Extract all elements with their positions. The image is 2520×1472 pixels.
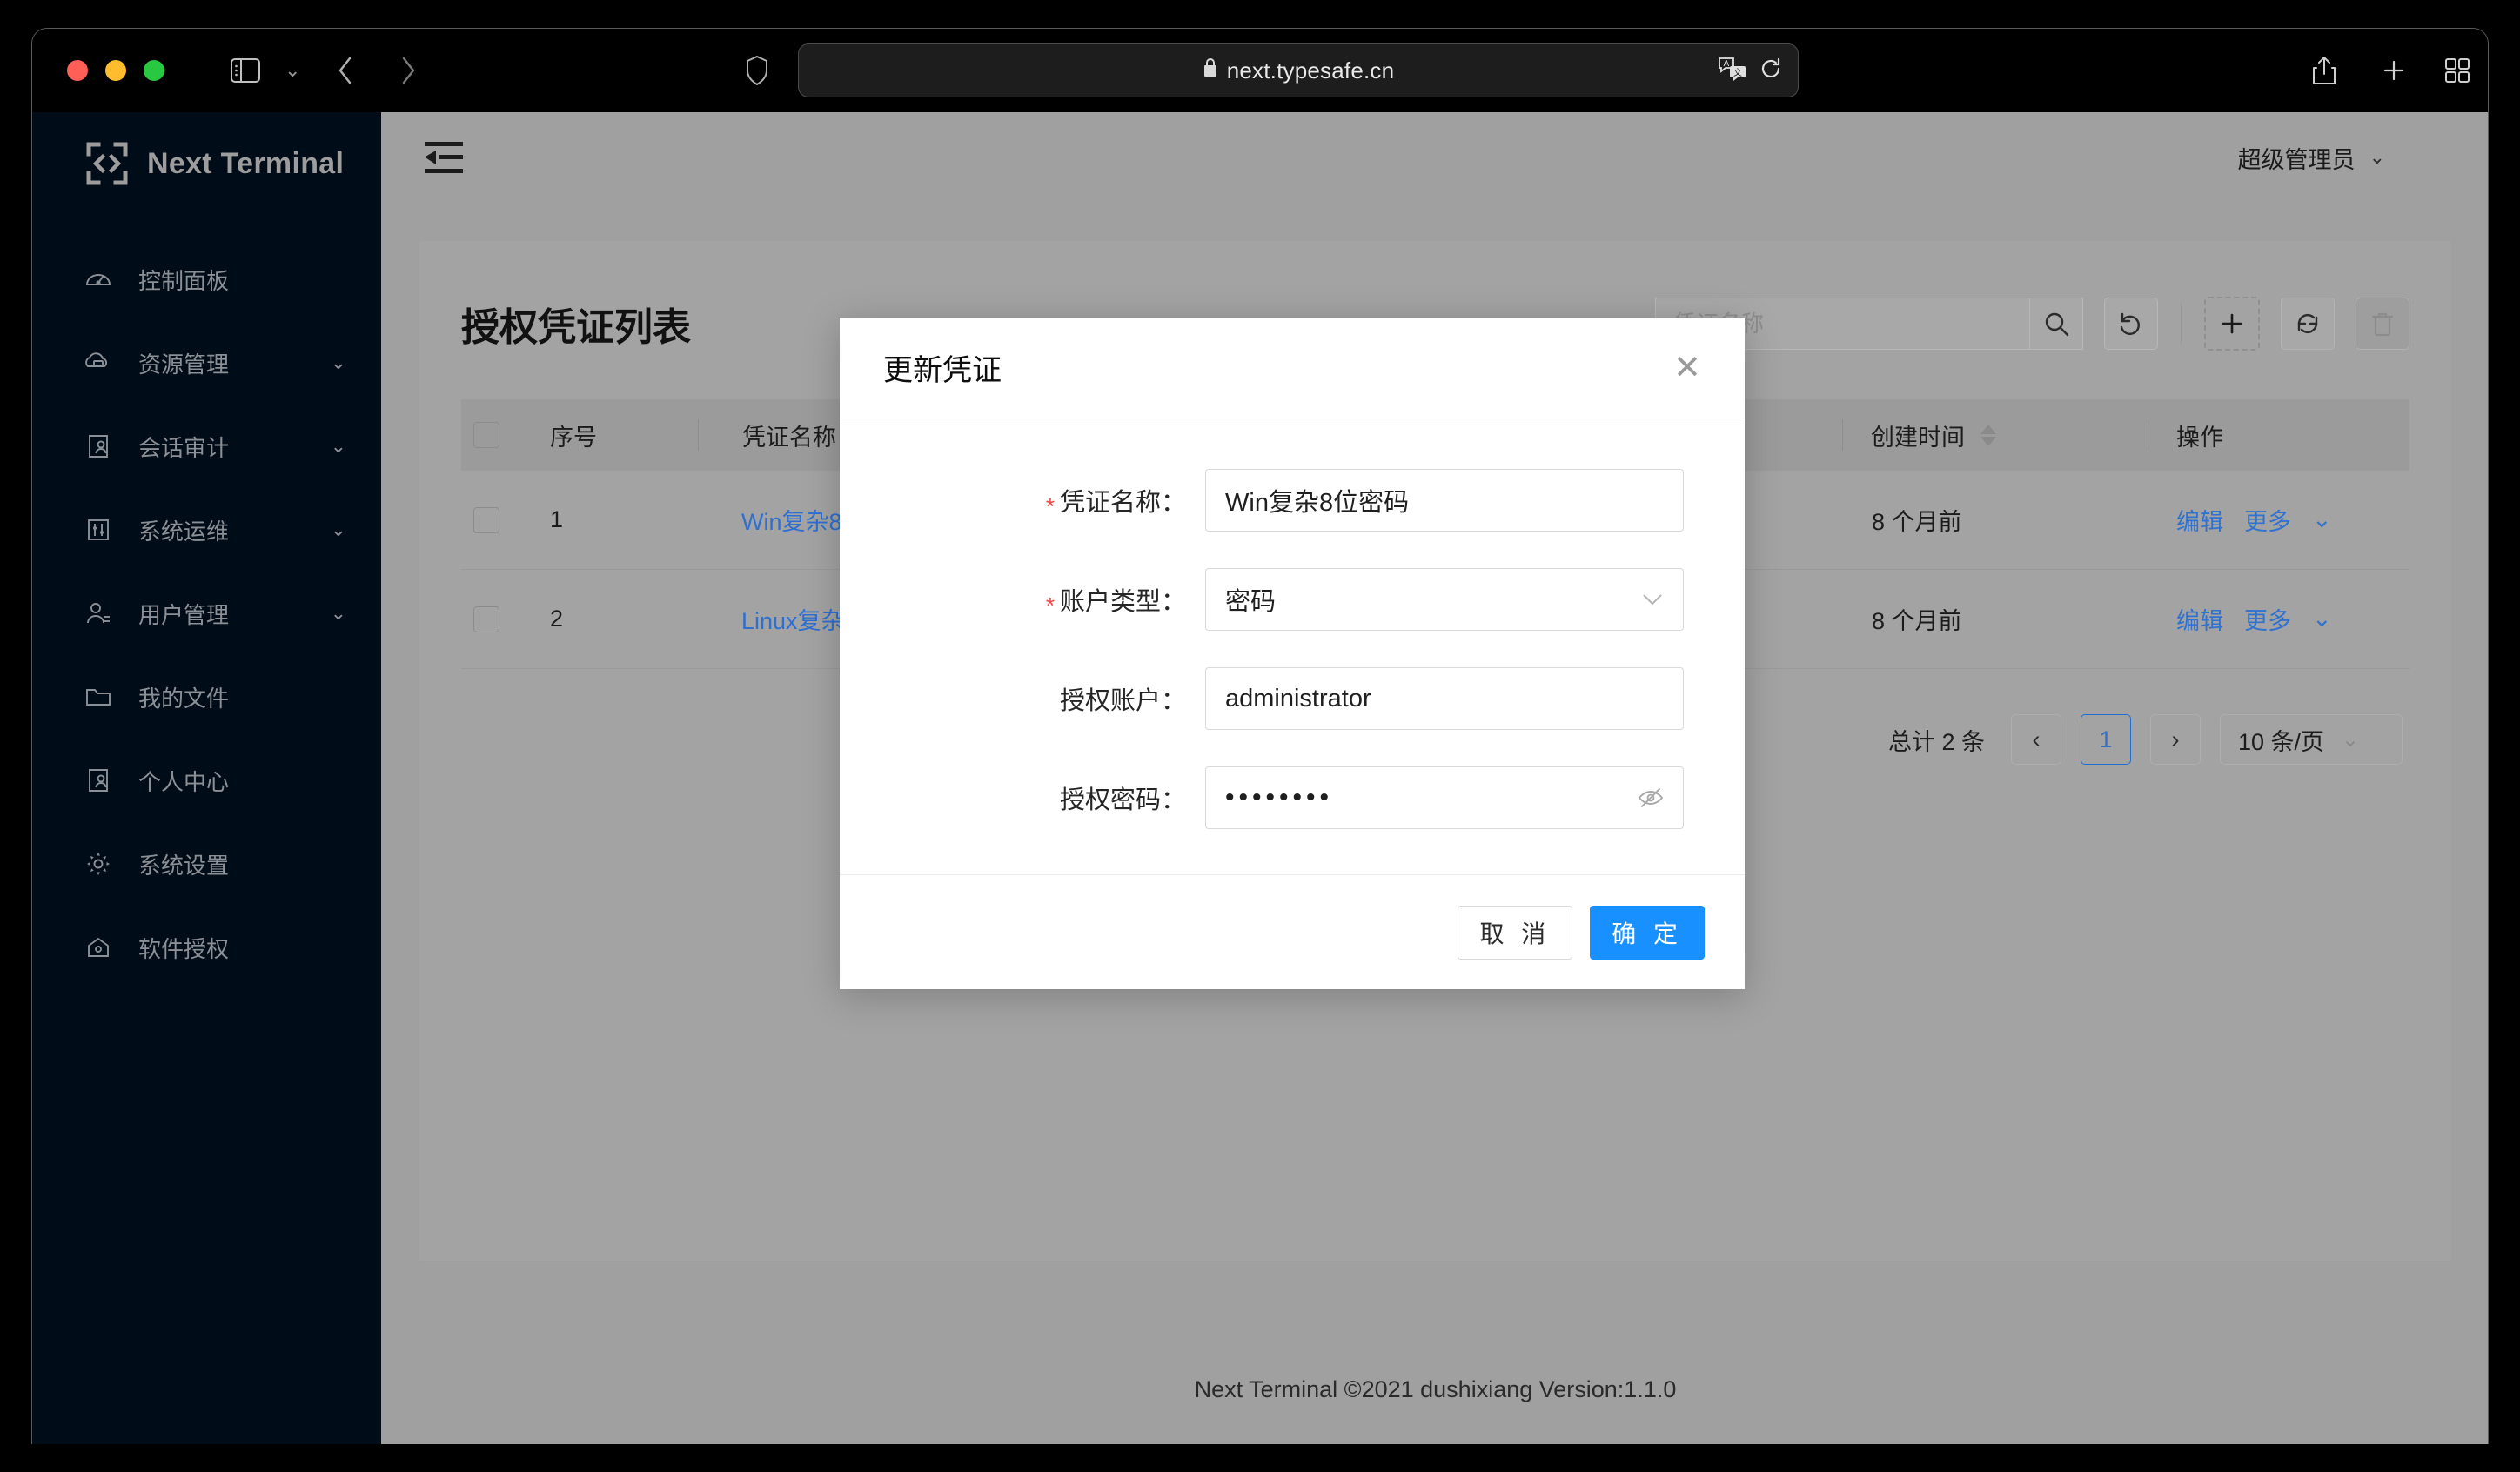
confirm-button[interactable]: 确 定 bbox=[1590, 905, 1705, 960]
field-label: * 凭证名称： bbox=[840, 482, 1205, 519]
nav-back-icon[interactable] bbox=[337, 56, 354, 85]
dialog-footer: 取 消 确 定 bbox=[840, 874, 1745, 989]
url-bar[interactable]: next.typesafe.cn A 文 bbox=[798, 43, 1799, 97]
form-row-credential-name: * 凭证名称： Win复杂8位密码 bbox=[840, 469, 1745, 532]
url-text: next.typesafe.cn bbox=[1226, 57, 1395, 84]
field-label: * 账户类型： bbox=[840, 581, 1205, 619]
browser-window: ⌄ next.typesafe.cn A 文 Next Terminal 控制面… bbox=[31, 28, 2489, 1444]
close-window-button[interactable] bbox=[67, 60, 88, 81]
required-asterisk: * bbox=[1045, 493, 1055, 519]
new-tab-icon[interactable] bbox=[2382, 58, 2406, 83]
maximize-window-button[interactable] bbox=[144, 60, 164, 81]
reload-icon[interactable] bbox=[1759, 57, 1782, 85]
lock-icon bbox=[1203, 58, 1218, 83]
app-root: Next Terminal 控制面板 资源管理 ⌄ 会话审计 ⌄ 系统运维 ⌄ … bbox=[32, 112, 2488, 1444]
auth-password-value: •••••••• bbox=[1225, 783, 1334, 812]
privacy-shield-icon[interactable] bbox=[746, 56, 768, 85]
credential-name-input[interactable]: Win复杂8位密码 bbox=[1205, 469, 1684, 532]
close-icon[interactable]: ✕ bbox=[1673, 351, 1701, 385]
field-label: 授权账户： bbox=[840, 680, 1205, 717]
field-label-text: 授权密码： bbox=[1059, 786, 1186, 814]
auth-account-input[interactable]: administrator bbox=[1205, 667, 1684, 730]
account-type-value: 密码 bbox=[1225, 588, 1277, 616]
eye-invisible-icon[interactable] bbox=[1638, 786, 1664, 809]
dialog-header: 更新凭证 ✕ bbox=[840, 318, 1745, 418]
dialog-body: * 凭证名称： Win复杂8位密码 * 账户类型： 密码 授权账户： admin… bbox=[840, 418, 1745, 874]
form-row-auth-password: 授权密码： •••••••• bbox=[840, 766, 1745, 829]
auth-password-input[interactable]: •••••••• bbox=[1205, 766, 1684, 829]
field-label-text: 授权账户： bbox=[1059, 687, 1186, 715]
svg-text:A: A bbox=[1724, 59, 1730, 69]
chevron-down-icon[interactable]: ⌄ bbox=[285, 59, 300, 82]
translate-icon[interactable]: A 文 bbox=[1718, 57, 1747, 85]
form-row-auth-account: 授权账户： administrator bbox=[840, 667, 1745, 730]
field-label: 授权密码： bbox=[840, 779, 1205, 816]
url-bar-actions: A 文 bbox=[1718, 57, 1782, 85]
dialog-title: 更新凭证 bbox=[883, 354, 1002, 387]
minimize-window-button[interactable] bbox=[105, 60, 126, 81]
tab-overview-icon[interactable] bbox=[2444, 57, 2470, 84]
auth-account-value: administrator bbox=[1225, 684, 1371, 713]
browser-toolbar: ⌄ next.typesafe.cn A 文 bbox=[32, 29, 2488, 112]
share-icon[interactable] bbox=[2312, 56, 2336, 85]
form-row-account-type: * 账户类型： 密码 bbox=[840, 568, 1745, 631]
update-credential-dialog: 更新凭证 ✕ * 凭证名称： Win复杂8位密码 * 账户类型： 密码 授权账户… bbox=[840, 318, 1745, 989]
chevron-down-icon bbox=[1641, 592, 1664, 606]
required-asterisk: * bbox=[1045, 592, 1055, 619]
sidebar-toggle-icon[interactable] bbox=[231, 58, 260, 83]
nav-forward-icon[interactable] bbox=[399, 56, 417, 85]
account-type-select[interactable]: 密码 bbox=[1205, 568, 1684, 631]
field-label-text: 凭证名称： bbox=[1059, 489, 1186, 517]
window-traffic-lights bbox=[67, 60, 164, 81]
svg-text:文: 文 bbox=[1733, 67, 1742, 78]
cancel-button[interactable]: 取 消 bbox=[1458, 905, 1573, 960]
field-label-text: 账户类型： bbox=[1059, 588, 1186, 616]
credential-name-value: Win复杂8位密码 bbox=[1225, 489, 1410, 517]
url-display: next.typesafe.cn bbox=[1203, 57, 1395, 84]
